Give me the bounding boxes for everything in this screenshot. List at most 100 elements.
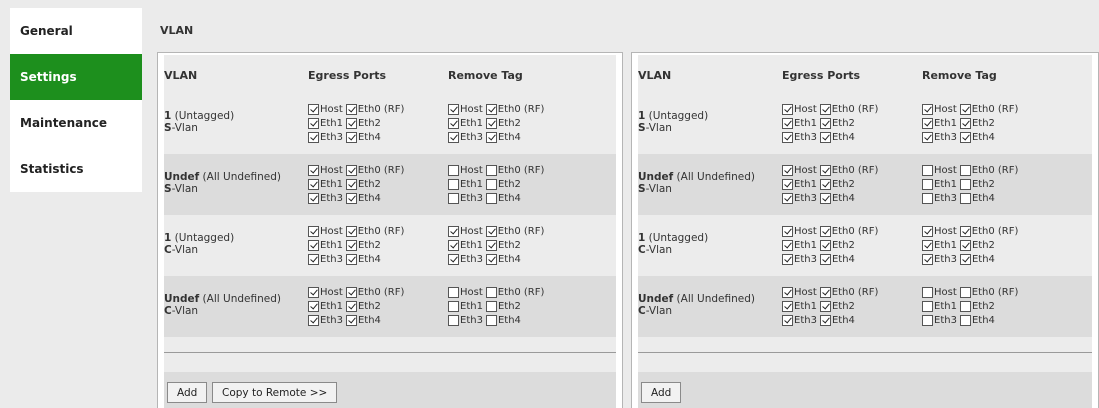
checkbox-item[interactable]: Eth1	[448, 239, 483, 251]
checkbox-item[interactable]: Eth2	[345, 117, 381, 129]
checkbox[interactable]	[308, 300, 319, 312]
checkbox-item[interactable]: Eth3	[448, 192, 483, 204]
checkbox-item[interactable]: Eth0 (RF)	[485, 103, 544, 115]
checkbox-item[interactable]: Host	[308, 103, 343, 115]
checkbox-item[interactable]: Eth2	[485, 117, 521, 129]
checkbox[interactable]	[782, 103, 793, 115]
checkbox[interactable]	[448, 239, 459, 251]
checkbox-item[interactable]: Eth3	[922, 131, 957, 143]
sidebar-item-settings[interactable]: Settings	[10, 54, 142, 100]
checkbox-item[interactable]: Eth3	[782, 131, 817, 143]
checkbox[interactable]	[448, 164, 459, 176]
checkbox-item[interactable]: Eth3	[922, 253, 957, 265]
checkbox-item[interactable]: Eth1	[782, 300, 817, 312]
checkbox-item[interactable]: Host	[308, 164, 343, 176]
checkbox-item[interactable]: Eth1	[922, 117, 957, 129]
checkbox[interactable]	[308, 117, 319, 129]
checkbox[interactable]	[345, 239, 357, 251]
checkbox[interactable]	[485, 225, 497, 237]
checkbox-item[interactable]: Eth2	[959, 300, 995, 312]
checkbox[interactable]	[819, 314, 831, 326]
checkbox-item[interactable]: Eth3	[448, 253, 483, 265]
checkbox-item[interactable]: Eth1	[782, 117, 817, 129]
checkbox-item[interactable]: Eth2	[959, 117, 995, 129]
checkbox[interactable]	[308, 131, 319, 143]
checkbox[interactable]	[345, 117, 357, 129]
checkbox[interactable]	[922, 300, 933, 312]
checkbox[interactable]	[308, 314, 319, 326]
checkbox[interactable]	[345, 164, 357, 176]
checkbox[interactable]	[959, 164, 971, 176]
checkbox-item[interactable]: Eth2	[959, 178, 995, 190]
checkbox[interactable]	[448, 300, 459, 312]
checkbox-item[interactable]: Eth0 (RF)	[485, 225, 544, 237]
checkbox-item[interactable]: Eth0 (RF)	[959, 225, 1018, 237]
checkbox-item[interactable]: Eth1	[448, 178, 483, 190]
checkbox-item[interactable]: Host	[922, 164, 957, 176]
checkbox[interactable]	[819, 178, 831, 190]
checkbox-item[interactable]: Eth0 (RF)	[819, 164, 878, 176]
checkbox-item[interactable]: Eth3	[782, 314, 817, 326]
checkbox[interactable]	[345, 253, 357, 265]
checkbox[interactable]	[819, 164, 831, 176]
checkbox[interactable]	[959, 314, 971, 326]
checkbox[interactable]	[448, 131, 459, 143]
checkbox-item[interactable]: Eth2	[819, 300, 855, 312]
checkbox-item[interactable]: Eth3	[448, 131, 483, 143]
checkbox[interactable]	[782, 131, 793, 143]
checkbox-item[interactable]: Eth2	[819, 178, 855, 190]
checkbox[interactable]	[345, 300, 357, 312]
checkbox-item[interactable]: Eth2	[485, 178, 521, 190]
checkbox[interactable]	[782, 178, 793, 190]
checkbox-item[interactable]: Eth1	[782, 178, 817, 190]
checkbox[interactable]	[448, 117, 459, 129]
checkbox[interactable]	[819, 192, 831, 204]
checkbox-item[interactable]: Eth4	[819, 253, 855, 265]
checkbox-item[interactable]: Host	[922, 286, 957, 298]
checkbox-item[interactable]: Eth4	[485, 253, 521, 265]
checkbox-item[interactable]: Eth0 (RF)	[959, 164, 1018, 176]
checkbox-item[interactable]: Host	[308, 225, 343, 237]
checkbox[interactable]	[485, 286, 497, 298]
checkbox-item[interactable]: Eth2	[959, 239, 995, 251]
checkbox-item[interactable]: Eth3	[308, 314, 343, 326]
checkbox[interactable]	[782, 300, 793, 312]
checkbox-item[interactable]: Eth1	[448, 300, 483, 312]
checkbox[interactable]	[485, 253, 497, 265]
checkbox-item[interactable]: Host	[782, 164, 817, 176]
checkbox[interactable]	[959, 239, 971, 251]
checkbox-item[interactable]: Eth0 (RF)	[819, 103, 878, 115]
checkbox-item[interactable]: Eth3	[922, 314, 957, 326]
checkbox[interactable]	[308, 286, 319, 298]
checkbox-item[interactable]: Eth1	[308, 239, 343, 251]
checkbox-item[interactable]: Eth4	[345, 192, 381, 204]
checkbox[interactable]	[819, 225, 831, 237]
checkbox-item[interactable]: Eth4	[959, 253, 995, 265]
checkbox[interactable]	[485, 178, 497, 190]
checkbox[interactable]	[485, 103, 497, 115]
checkbox-item[interactable]: Host	[922, 103, 957, 115]
checkbox[interactable]	[308, 253, 319, 265]
checkbox-item[interactable]: Eth3	[782, 192, 817, 204]
checkbox[interactable]	[959, 178, 971, 190]
checkbox-item[interactable]: Eth3	[308, 253, 343, 265]
checkbox[interactable]	[819, 103, 831, 115]
checkbox[interactable]	[782, 225, 793, 237]
checkbox[interactable]	[782, 286, 793, 298]
checkbox-item[interactable]: Eth2	[345, 239, 381, 251]
checkbox[interactable]	[819, 253, 831, 265]
checkbox-item[interactable]: Host	[308, 286, 343, 298]
checkbox[interactable]	[819, 300, 831, 312]
checkbox[interactable]	[782, 314, 793, 326]
checkbox[interactable]	[308, 103, 319, 115]
checkbox[interactable]	[922, 117, 933, 129]
checkbox-item[interactable]: Eth4	[485, 192, 521, 204]
checkbox[interactable]	[922, 253, 933, 265]
checkbox-item[interactable]: Eth4	[345, 253, 381, 265]
checkbox[interactable]	[485, 192, 497, 204]
checkbox[interactable]	[448, 192, 459, 204]
checkbox-item[interactable]: Eth1	[922, 178, 957, 190]
checkbox[interactable]	[922, 131, 933, 143]
checkbox[interactable]	[448, 178, 459, 190]
checkbox-item[interactable]: Eth1	[922, 239, 957, 251]
